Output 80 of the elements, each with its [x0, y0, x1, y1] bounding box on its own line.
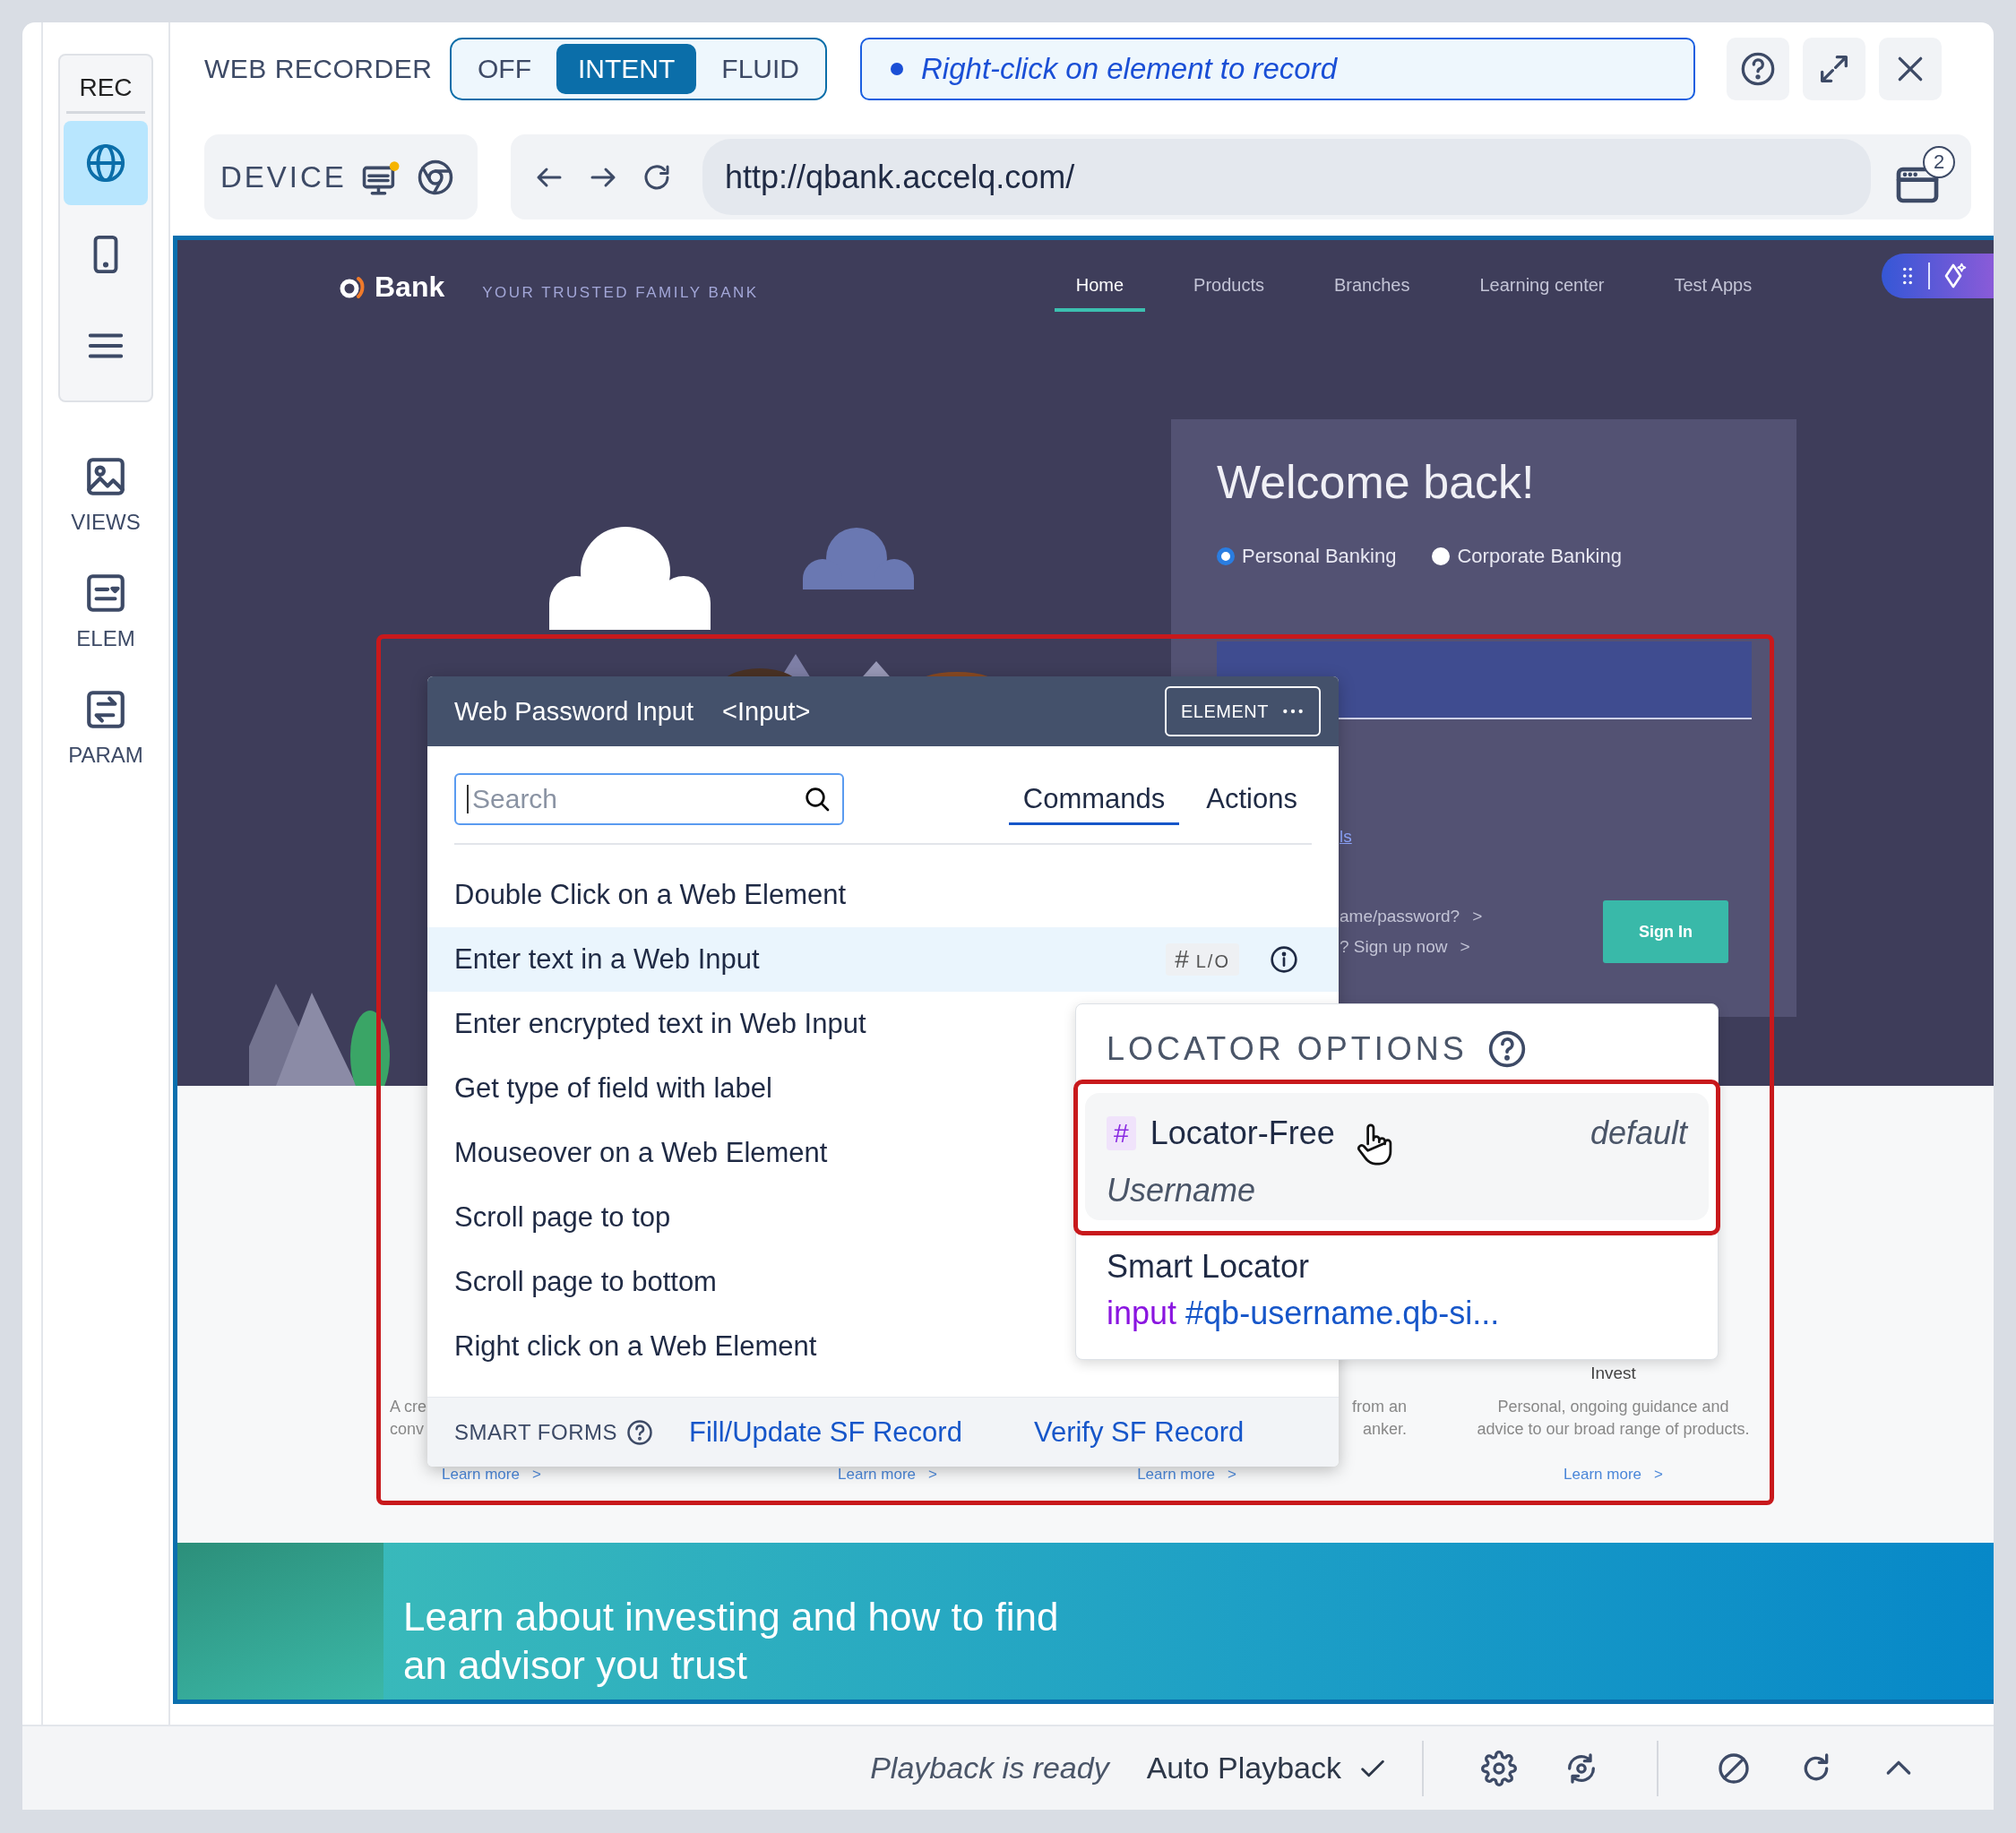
help-icon[interactable] — [625, 1418, 653, 1446]
radio-label: Personal Banking — [1242, 545, 1397, 568]
feature-text: from an — [1351, 1398, 1407, 1416]
tool-label[interactable]: ELEM — [76, 626, 135, 651]
banner-text: an advisor you trust — [403, 1642, 748, 1689]
footer-label: SMART FORMS — [454, 1419, 617, 1445]
nav-link[interactable]: Learning center — [1458, 262, 1626, 312]
feature-text: conv — [390, 1420, 425, 1439]
tab[interactable]: Actions — [1192, 772, 1312, 825]
command-item[interactable]: Enter text in a Web Input # L/O — [427, 927, 1339, 992]
nav-link[interactable]: Branches — [1313, 262, 1432, 312]
chevron-text: > — [1654, 1466, 1663, 1484]
feature-text: Personal, ongoing guidance and — [1497, 1398, 1729, 1416]
option-name: Smart Locator — [1107, 1248, 1311, 1286]
search-field[interactable]: Search — [454, 772, 844, 825]
option-name: Locator-Free — [1150, 1114, 1335, 1152]
hash-symbol: # — [1107, 1116, 1136, 1150]
auto-playback-toggle[interactable]: Auto Playback — [1146, 1751, 1388, 1786]
default-tag: default — [1590, 1114, 1687, 1152]
command-item[interactable]: Double Click on a Web Element — [427, 863, 1339, 927]
chevron-text: > — [1472, 907, 1483, 926]
popup-title: LOCATOR OPTIONS — [1107, 1030, 1468, 1068]
footer-link[interactable]: Verify SF Record — [1033, 1416, 1245, 1449]
tagline: YOUR TRUSTED FAMILY BANK — [482, 283, 759, 302]
expand-button[interactable] — [1803, 38, 1865, 100]
radio-label: Corporate Banking — [1457, 545, 1622, 568]
mode-button[interactable] — [64, 121, 148, 205]
element-tag: <Input> — [722, 696, 811, 727]
url-field[interactable]: http://qbank.accelq.com/ — [702, 139, 1871, 215]
mode-option[interactable]: INTENT — [556, 44, 697, 94]
help-icon[interactable] — [1486, 1029, 1527, 1069]
help-icon — [1740, 51, 1776, 87]
radio-button[interactable] — [1217, 547, 1235, 565]
bullet-icon — [891, 63, 903, 75]
status-text: Playback is ready — [870, 1751, 1109, 1786]
mode-option[interactable]: FLUID — [700, 44, 821, 94]
info-icon[interactable] — [1270, 945, 1298, 974]
locator-option[interactable]: Smart Locator input #qb-username.qb-si... — [1076, 1235, 1718, 1345]
tab-count-badge: 2 — [1923, 145, 1955, 178]
chevron-text: > — [1460, 937, 1470, 957]
browser-icon[interactable] — [416, 158, 454, 196]
banner-text: Learn about investing and how to find — [403, 1594, 1059, 1640]
feature-heading: Invest — [1590, 1364, 1636, 1383]
tab[interactable]: Commands — [1008, 772, 1180, 825]
card-title: Welcome back! — [1217, 455, 1536, 509]
feature-text: A cre — [390, 1398, 427, 1416]
hand-cursor-icon — [1356, 1123, 1392, 1166]
locator-value: input #qb-username.qb-si... — [1107, 1295, 1501, 1332]
link[interactable]: ? Sign up now — [1340, 937, 1448, 957]
badge-text: L/O — [1195, 951, 1230, 972]
recorder-title: WEB RECORDER — [204, 54, 434, 84]
learn-more-link[interactable]: Learn more — [1564, 1466, 1641, 1484]
tool-label[interactable]: PARAM — [68, 743, 143, 768]
nav-link[interactable]: Products — [1172, 262, 1286, 312]
settings-icon[interactable] — [1481, 1750, 1517, 1786]
footer-link[interactable]: Fill/Update SF Record — [688, 1416, 962, 1449]
feature-text: anker. — [1362, 1420, 1407, 1439]
nav-link[interactable]: Test Apps — [1652, 262, 1774, 312]
panel-title: REC — [66, 61, 145, 114]
chevron-text: > — [531, 1466, 541, 1484]
option-value: Username — [1107, 1172, 1257, 1209]
tool-label[interactable]: VIEWS — [71, 510, 141, 535]
logo-text: Bank — [375, 271, 445, 304]
device-label: DEVICE — [220, 159, 347, 194]
mode-option[interactable]: OFF — [456, 44, 553, 94]
help-button[interactable] — [1727, 38, 1789, 100]
close-button[interactable] — [1879, 38, 1942, 100]
hint-text: Right-click on element to record — [921, 52, 1338, 86]
element-title: Web Password Input — [454, 696, 694, 727]
locator-option[interactable]: # Locator-Free default Username — [1085, 1093, 1709, 1220]
more-icon — [1281, 707, 1305, 716]
hash-symbol: # — [1175, 945, 1189, 974]
link[interactable]: ame/password? — [1340, 907, 1460, 926]
element-button[interactable]: ELEMENT — [1165, 686, 1321, 736]
nav-link[interactable]: Home — [1054, 262, 1146, 312]
chevron-text: > — [1228, 1466, 1236, 1484]
globe-icon — [85, 142, 126, 184]
chevron-text: > — [928, 1466, 937, 1484]
tabs-button[interactable]: 2 — [1892, 145, 1955, 209]
feature-text: advice to our broad range of products. — [1477, 1420, 1750, 1439]
